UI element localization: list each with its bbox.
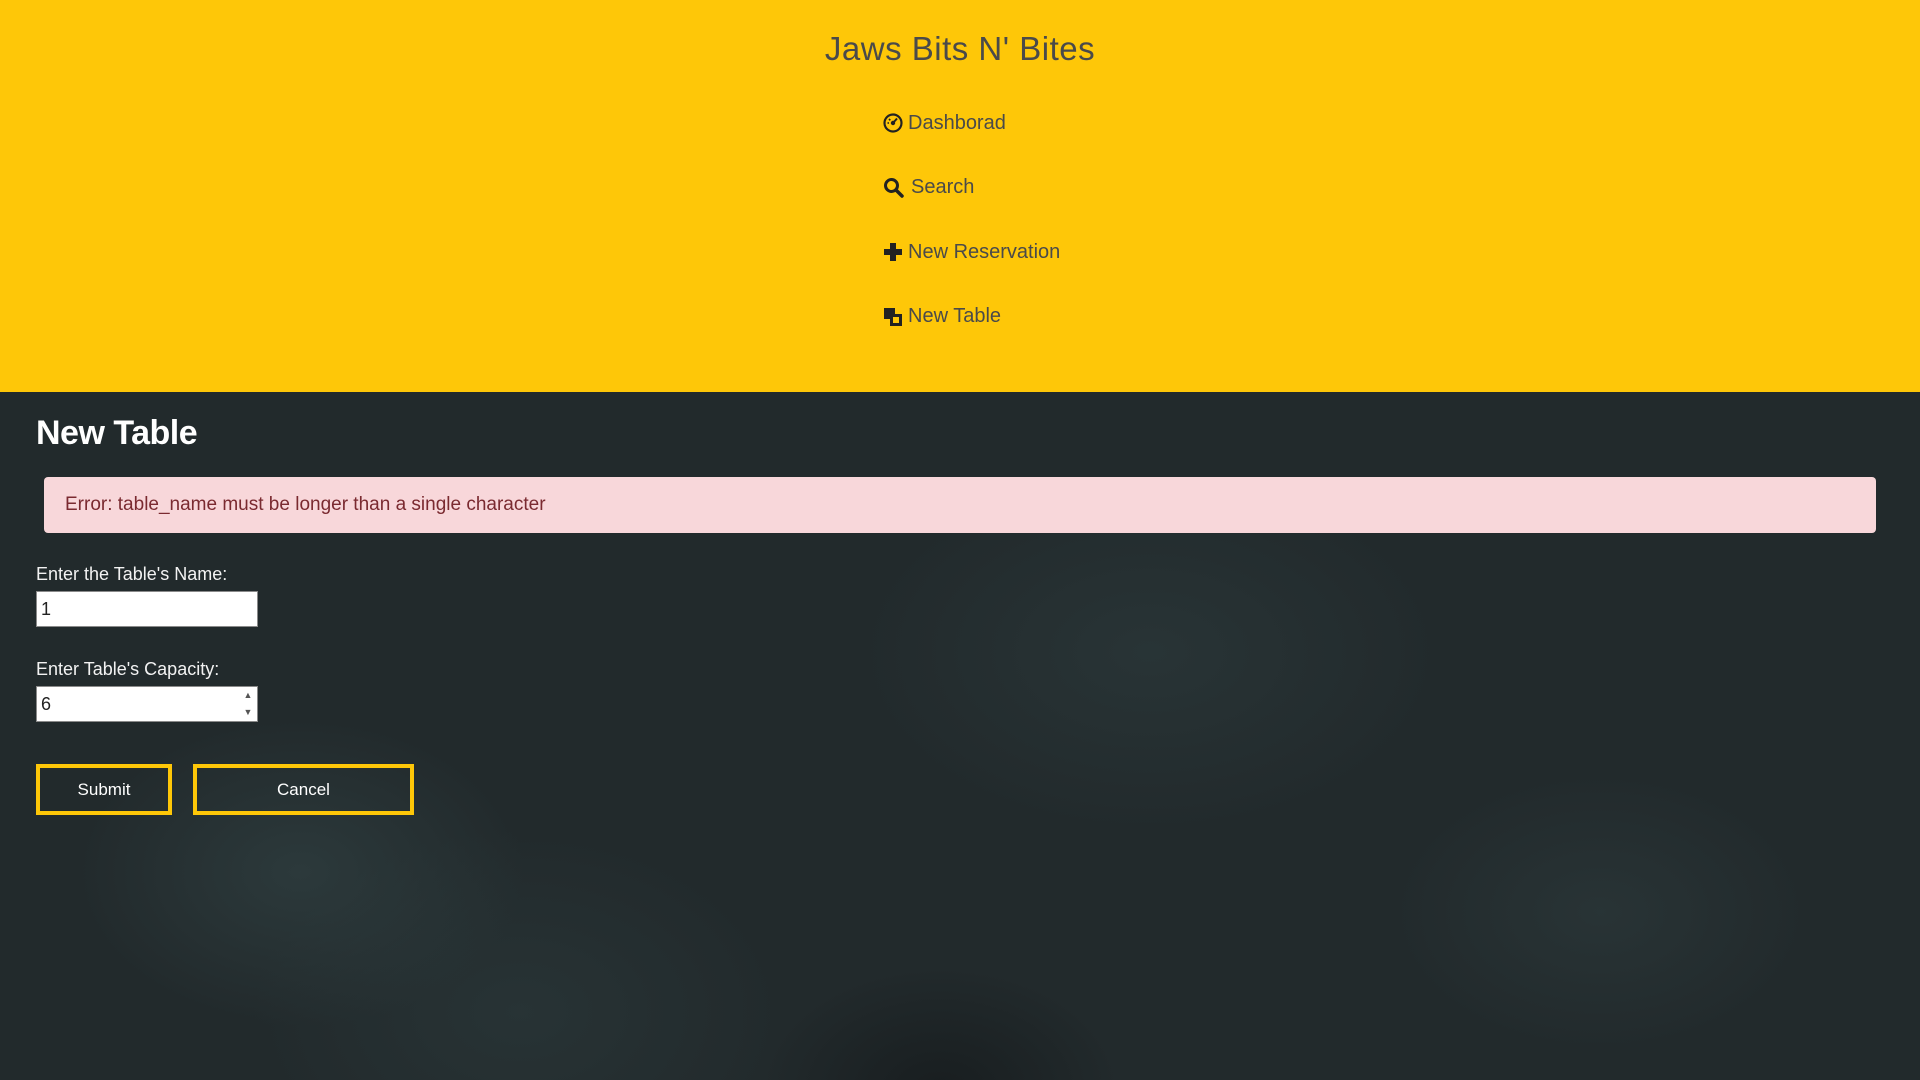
plus-icon <box>882 241 904 263</box>
spinner-up-icon[interactable]: ▲ <box>244 689 253 702</box>
error-message: Error: table_name must be longer than a … <box>65 494 546 515</box>
nav-label-new-reservation: New Reservation <box>908 240 1061 263</box>
table-name-value: 1 <box>41 598 52 619</box>
search-icon <box>882 177 904 199</box>
nav-label-new-table: New Table <box>908 305 1002 327</box>
clone-icon <box>882 306 904 328</box>
nav-item-new-reservation[interactable]: New Reservation <box>882 237 1060 267</box>
table-capacity-value: 6 <box>41 693 52 714</box>
spinner-down-icon[interactable]: ▼ <box>244 706 253 719</box>
main-nav: Dashborad Search New Reservation New Tab… <box>882 108 1060 366</box>
nav-item-dashboard[interactable]: Dashborad <box>882 108 1060 138</box>
nav-label-search: Search <box>911 176 975 198</box>
table-capacity-label: Enter Table's Capacity: <box>36 659 220 679</box>
dashboard-gauge-icon <box>882 112 904 134</box>
nav-item-new-table[interactable]: New Table <box>882 302 1060 332</box>
nav-item-search[interactable]: Search <box>882 173 1060 203</box>
error-alert: Error: table_name must be longer than a … <box>44 477 1876 533</box>
cancel-button[interactable]: Cancel <box>193 764 414 815</box>
submit-button[interactable]: Submit <box>36 764 172 815</box>
brand-title[interactable]: Jaws Bits N' Bites <box>0 30 1920 68</box>
table-capacity-input[interactable]: 6 ▲ ▼ <box>36 686 258 722</box>
table-name-label: Enter the Table's Name: <box>36 564 228 584</box>
header-bar: Jaws Bits N' Bites Dashborad Search New … <box>0 0 1920 392</box>
table-name-input[interactable]: 1 <box>36 591 258 627</box>
main-content: New Table Error: table_name must be long… <box>0 392 1920 1080</box>
capacity-spinner[interactable]: ▲ ▼ <box>241 689 255 719</box>
page-title: New Table <box>36 414 198 452</box>
nav-label-dashboard: Dashborad <box>908 111 1006 134</box>
